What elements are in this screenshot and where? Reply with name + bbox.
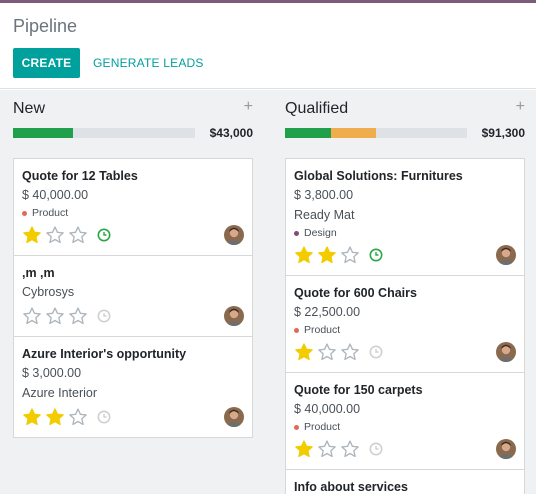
kanban-card[interactable]: Info about services [286,470,524,494]
star-empty-icon[interactable] [68,407,88,427]
card-list: Global Solutions: Furnitures $ 3,800.00 Re… [285,158,525,494]
kanban-card[interactable]: Azure Interior's opportunity $ 3,000.00 Az… [14,337,252,437]
card-amount: $ 22,500.00 [294,305,361,319]
control-panel: Pipeline CREATE GENERATE LEADS [0,3,536,89]
card-footer [294,437,516,461]
card-title: Quote for 600 Chairs [294,286,417,300]
card-tag: Product [294,322,516,338]
breadcrumb[interactable]: Pipeline [13,16,77,37]
tag-color-dot [294,327,299,333]
card-title: Quote for 12 Tables [22,169,138,183]
column-progress-bar[interactable] [13,128,195,138]
star-empty-icon[interactable] [340,342,360,362]
kanban-card[interactable]: Global Solutions: Furnitures $ 3,800.00 Re… [286,159,524,276]
kanban-card[interactable]: Quote for 150 carpets $ 40,000.00 Product [286,373,524,470]
tag-color-dot [22,210,27,216]
star-empty-icon[interactable] [317,342,337,362]
star-empty-icon[interactable] [68,225,88,245]
card-footer [22,405,244,429]
avatar[interactable] [224,407,244,427]
card-list: Quote for 12 Tables $ 40,000.00 Product ,m … [13,158,253,438]
card-footer [22,304,244,328]
avatar[interactable] [224,306,244,326]
star-filled-icon[interactable] [294,342,314,362]
card-title: Quote for 150 carpets [294,383,423,397]
card-title: Azure Interior's opportunity [22,347,187,361]
card-tag: Design [294,225,516,241]
star-filled-icon[interactable] [294,439,314,459]
card-title: Global Solutions: Furnitures [294,169,463,183]
kanban-board: New + $43,000 Quote for 12 Tables $ 40,00… [0,90,536,494]
create-button[interactable]: CREATE [13,48,80,78]
tag-color-dot [294,230,299,236]
star-empty-icon[interactable] [45,225,65,245]
card-title: Info about services [294,480,408,494]
kanban-card[interactable]: ,m ,m Cybrosys [14,256,252,337]
card-tag: Product [22,205,244,221]
card-title: ,m ,m [22,266,55,280]
column-title[interactable]: Qualified [285,100,348,118]
activity-clock-icon[interactable] [97,309,111,323]
star-empty-icon[interactable] [22,306,42,326]
column-title[interactable]: New [13,100,45,118]
star-filled-icon[interactable] [22,407,42,427]
progress-segment[interactable] [330,128,376,138]
generate-leads-button[interactable]: GENERATE LEADS [93,48,204,78]
tag-label: Product [304,324,341,336]
activity-clock-icon[interactable] [369,442,383,456]
card-customer: Azure Interior [22,386,98,400]
column-amount: $91,300 [481,126,525,140]
avatar[interactable] [496,342,516,362]
progress-segment[interactable] [285,128,331,138]
activity-clock-icon[interactable] [369,345,383,359]
tag-color-dot [294,424,299,430]
card-tag: Product [294,419,516,435]
progress-segment[interactable] [13,128,74,138]
star-empty-icon[interactable] [68,306,88,326]
avatar[interactable] [496,439,516,459]
card-amount: $ 40,000.00 [294,402,361,416]
card-footer [294,243,516,267]
activity-clock-icon[interactable] [97,228,111,242]
star-empty-icon[interactable] [317,439,337,459]
card-amount: $ 3,800.00 [294,188,354,202]
card-footer [22,223,244,247]
card-amount: $ 40,000.00 [22,188,89,202]
kanban-card[interactable]: Quote for 12 Tables $ 40,000.00 Product [14,159,252,256]
star-filled-icon[interactable] [317,245,337,265]
quick-create-icon[interactable]: + [244,98,253,116]
column-amount: $43,000 [209,126,253,140]
card-amount: $ 3,000.00 [22,366,82,380]
column-progress-bar[interactable] [285,128,467,138]
tag-label: Product [32,207,69,219]
star-filled-icon[interactable] [22,225,42,245]
tag-label: Design [304,227,337,239]
star-empty-icon[interactable] [340,439,360,459]
quick-create-icon[interactable]: + [516,98,525,116]
avatar[interactable] [496,245,516,265]
activity-clock-icon[interactable] [369,248,383,262]
star-empty-icon[interactable] [340,245,360,265]
kanban-card[interactable]: Quote for 600 Chairs $ 22,500.00 Product [286,276,524,373]
star-filled-icon[interactable] [294,245,314,265]
activity-clock-icon[interactable] [97,410,111,424]
card-customer: Ready Mat [294,208,355,222]
card-footer [294,340,516,364]
avatar[interactable] [224,225,244,245]
card-customer: Cybrosys [22,285,75,299]
star-empty-icon[interactable] [45,306,65,326]
tag-label: Product [304,421,341,433]
star-filled-icon[interactable] [45,407,65,427]
